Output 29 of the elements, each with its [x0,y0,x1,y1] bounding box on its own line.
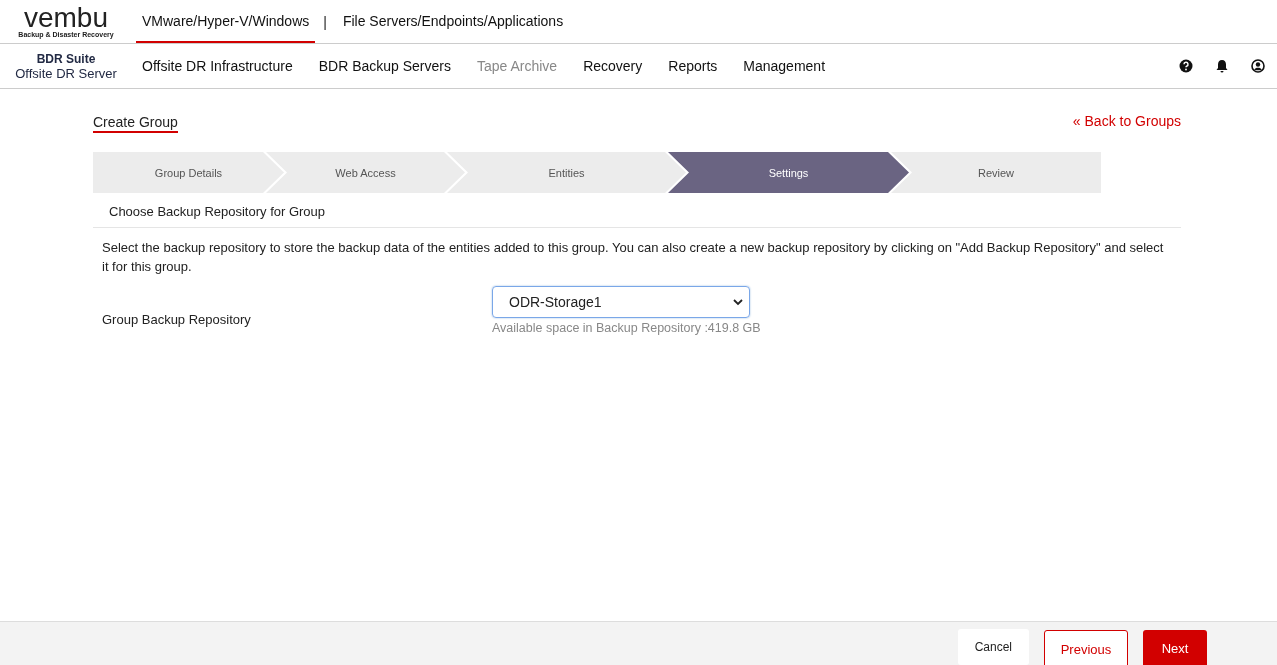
wizard-step[interactable]: Settings [668,152,909,193]
bell-icon[interactable] [1215,59,1229,73]
section-title: Choose Backup Repository for Group [93,193,1181,228]
description-text: Select the backup repository to store the backup data of the entities added to this group. You can also create a new backup repository by clicking on "Add Backup Repository" and select it for this group. [101,239,1165,276]
wizard-step[interactable]: Review [891,152,1101,193]
suite-subtitle: Offsite DR Server [15,65,117,81]
nav-item[interactable]: Management [743,58,826,74]
suite-title: BDR Suite [36,51,96,66]
page-title: Create Group [93,114,178,133]
chevron-down-icon [733,298,743,306]
user-icon[interactable] [1251,59,1265,73]
repository-dropdown[interactable]: ODR-Storage1 [492,286,750,318]
wizard-step[interactable]: Web Access [266,152,465,193]
nav-item[interactable]: Recovery [583,58,643,74]
tab-separator: | [322,12,328,32]
help-icon[interactable] [1179,59,1193,73]
nav-item[interactable]: Reports [668,58,718,74]
product-tab[interactable]: File Servers/Endpoints/Applications [336,0,570,43]
back-link[interactable]: « Back to Groups [1072,113,1181,129]
previous-button[interactable]: Previous [1044,629,1128,665]
nav-item[interactable]: Offsite DR Infrastructure [142,58,293,74]
cancel-button[interactable]: Cancel [957,628,1029,665]
field-label: Group Backup Repository [102,312,252,327]
next-button[interactable]: Next [1143,629,1207,665]
available-space-hint: Available space in Backup Repository :419.8 GB [492,321,761,335]
product-tab[interactable]: VMware/Hyper-V/Windows [136,0,316,43]
wizard-step[interactable]: Entities [447,152,686,193]
nav-item[interactable]: BDR Backup Servers [318,58,451,74]
wizard-step[interactable]: Group Details [93,152,284,193]
